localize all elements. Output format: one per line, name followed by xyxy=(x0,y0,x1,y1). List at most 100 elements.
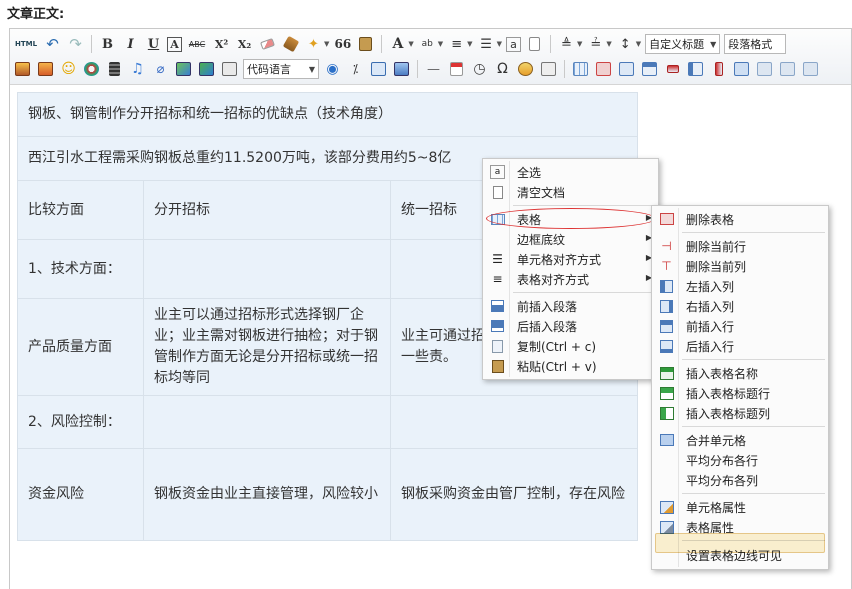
unordered-list-icon[interactable]: ☰ xyxy=(477,34,496,54)
underline-button[interactable]: U xyxy=(144,34,163,54)
chevron-down-icon[interactable]: ▼ xyxy=(438,40,443,48)
paragraph-format-select[interactable]: 段落格式 xyxy=(724,34,787,54)
strikethrough-button[interactable]: ABC xyxy=(186,34,208,54)
menu-item-border-shading[interactable]: 边框底纹 ▶ xyxy=(483,229,658,249)
menu-item-delete-row[interactable]: ⊣ 删除当前行 xyxy=(652,236,828,256)
row-spacing-top-icon[interactable]: ≜ xyxy=(557,34,576,54)
insert-col-icon[interactable] xyxy=(686,59,705,79)
chevron-down-icon[interactable]: ▼ xyxy=(577,40,582,48)
clear-document-icon[interactable] xyxy=(525,34,544,54)
italic-button[interactable]: I xyxy=(121,34,140,54)
map-icon[interactable] xyxy=(174,59,193,79)
table-cell[interactable]: 资金风险 xyxy=(17,448,144,541)
insert-image-icon[interactable] xyxy=(13,59,32,79)
chevron-down-icon[interactable]: ▼ xyxy=(636,40,641,48)
merge-down-icon[interactable] xyxy=(778,59,797,79)
template-icon[interactable] xyxy=(369,59,388,79)
horizontal-rule-icon[interactable]: — xyxy=(424,59,443,79)
menu-item-distribute-columns[interactable]: 平均分布各列 xyxy=(652,470,828,490)
chevron-down-icon[interactable]: ▼ xyxy=(324,40,329,48)
menu-item-copy[interactable]: 复制(Ctrl + c) xyxy=(483,336,658,356)
menu-item-insert-paragraph-before[interactable]: 前插入段落 xyxy=(483,296,658,316)
chevron-down-icon[interactable]: ▼ xyxy=(606,40,611,48)
format-brush-icon[interactable] xyxy=(281,34,300,54)
delete-row-icon[interactable] xyxy=(663,59,682,79)
insert-row-icon[interactable] xyxy=(640,59,659,79)
table-cell[interactable]: 业主可以通过招标形式选择钢厂企业；业主需对钢板进行抽检；对于钢管制作方面无论是分… xyxy=(143,298,391,396)
scrawl-icon[interactable] xyxy=(82,59,101,79)
web-search-icon[interactable]: ◉ xyxy=(323,59,342,79)
menu-item-insert-title-column[interactable]: 插入表格标题列 xyxy=(652,403,828,423)
chevron-down-icon[interactable]: ▼ xyxy=(497,40,502,48)
delete-col-icon[interactable] xyxy=(709,59,728,79)
merge-cells-icon[interactable] xyxy=(732,59,751,79)
background-icon[interactable] xyxy=(392,59,411,79)
bold-button[interactable]: B xyxy=(98,34,117,54)
menu-item-insert-caption[interactable]: 插入表格名称 xyxy=(652,363,828,383)
preview-icon[interactable] xyxy=(539,59,558,79)
attachment-icon[interactable]: ⌀ xyxy=(151,59,170,79)
insert-music-icon[interactable]: ♫ xyxy=(128,59,147,79)
delete-table-icon[interactable] xyxy=(594,59,613,79)
highlight-color-icon[interactable]: ab xyxy=(418,34,437,54)
menu-item-insert-paragraph-after[interactable]: 后插入段落 xyxy=(483,316,658,336)
line-height-icon[interactable]: ↕ xyxy=(616,34,635,54)
special-char-icon[interactable]: Ω xyxy=(493,59,512,79)
ordered-list-icon[interactable]: ≡ xyxy=(447,34,466,54)
table-cell[interactable] xyxy=(143,395,391,449)
table-cell[interactable]: 2、风险控制： xyxy=(17,395,144,449)
insert-frame-icon[interactable] xyxy=(220,59,239,79)
insert-table-icon[interactable] xyxy=(571,59,590,79)
insert-video-icon[interactable] xyxy=(105,59,124,79)
table-header-cell[interactable]: 比较方面 xyxy=(17,180,144,240)
chevron-down-icon[interactable]: ▼ xyxy=(408,40,413,48)
table-header-cell[interactable]: 分开招标 xyxy=(143,180,391,240)
insert-time-icon[interactable]: ◷ xyxy=(470,59,489,79)
html-source-button[interactable]: HTML xyxy=(13,34,39,54)
eraser-icon[interactable] xyxy=(258,34,277,54)
font-border-button[interactable]: A xyxy=(167,36,182,52)
redo-icon[interactable]: ↷ xyxy=(66,34,85,54)
insert-paragraph-before-table-icon[interactable] xyxy=(617,59,636,79)
row-spacing-bottom-icon[interactable]: ≟ xyxy=(586,34,605,54)
subscript-button[interactable]: X₂ xyxy=(235,34,254,54)
menu-item-insert-column-right[interactable]: 右插入列 xyxy=(652,296,828,316)
menu-item-distribute-rows[interactable]: 平均分布各行 xyxy=(652,450,828,470)
paste-plain-icon[interactable] xyxy=(356,34,375,54)
table-cell[interactable]: 钢板资金由业主直接管理，风险较小 xyxy=(143,448,391,541)
menu-item-insert-row-below[interactable]: 后插入行 xyxy=(652,336,828,356)
menu-item-insert-row-above[interactable]: 前插入行 xyxy=(652,316,828,336)
superscript-button[interactable]: X² xyxy=(212,34,231,54)
table-cell[interactable]: 钢板采购资金由管厂控制，存在风险 xyxy=(390,448,638,541)
table-cell[interactable]: 1、技术方面： xyxy=(17,239,144,299)
search-replace-icon[interactable] xyxy=(516,59,535,79)
menu-item-paste[interactable]: 粘贴(Ctrl + v) xyxy=(483,356,658,376)
table-cell[interactable] xyxy=(390,395,638,449)
menu-item-cell-properties[interactable]: 单元格属性 xyxy=(652,497,828,517)
menu-item-merge-cells[interactable]: 合并单元格 xyxy=(652,430,828,450)
menu-item-insert-title-row[interactable]: 插入表格标题行 xyxy=(652,383,828,403)
select-all-icon[interactable]: a xyxy=(505,36,521,52)
menu-item-table-align[interactable]: ≡ 表格对齐方式 ▶ xyxy=(483,269,658,289)
blockquote-button[interactable]: 66 xyxy=(333,34,352,54)
multi-image-icon[interactable] xyxy=(36,59,55,79)
menu-item-insert-column-left[interactable]: 左插入列 xyxy=(652,276,828,296)
menu-item-delete-column[interactable]: ⊤ 删除当前列 xyxy=(652,256,828,276)
undo-icon[interactable]: ↶ xyxy=(43,34,62,54)
menu-item-clear-document[interactable]: 清空文档 xyxy=(483,182,658,202)
autotypeset-icon[interactable]: ✦ xyxy=(304,34,323,54)
merge-right-icon[interactable] xyxy=(755,59,774,79)
page-break-icon[interactable]: ⁒ xyxy=(346,59,365,79)
table-cell[interactable] xyxy=(143,239,391,299)
insert-date-icon[interactable] xyxy=(447,59,466,79)
table-cell[interactable]: 产品质量方面 xyxy=(17,298,144,396)
font-color-button[interactable]: A xyxy=(388,34,407,54)
menu-item-select-all[interactable]: a 全选 xyxy=(483,162,658,182)
split-cells-icon[interactable] xyxy=(801,59,820,79)
code-language-select[interactable]: 代码语言 ▼ xyxy=(243,59,319,79)
menu-item-delete-table[interactable]: 删除表格 xyxy=(652,209,828,229)
emoticon-icon[interactable]: ☺ xyxy=(59,59,78,79)
custom-heading-select[interactable]: 自定义标题 ▼ xyxy=(645,34,721,54)
table-cell-title[interactable]: 钢板、钢管制作分开招标和统一招标的优缺点（技术角度） xyxy=(17,92,638,137)
chevron-down-icon[interactable]: ▼ xyxy=(467,40,472,48)
